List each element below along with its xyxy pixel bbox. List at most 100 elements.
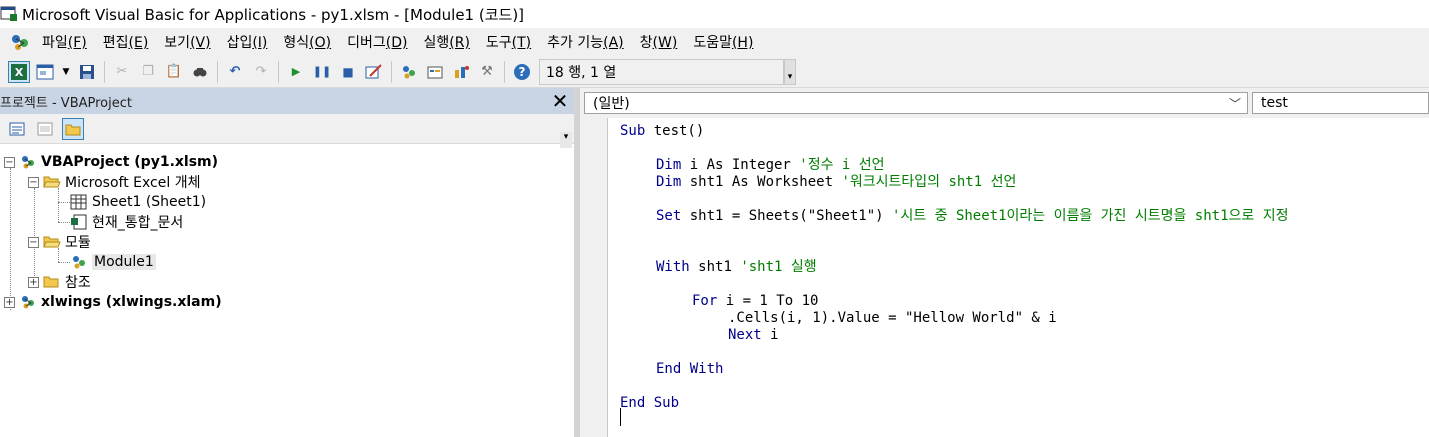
toolbar-separator <box>278 60 279 83</box>
reset-icon[interactable]: ■ <box>337 61 359 83</box>
project-explorer-toolbar <box>0 114 574 144</box>
copy-icon[interactable]: ❐ <box>137 61 159 83</box>
insert-userform-icon[interactable] <box>34 61 56 83</box>
tree-node-xlwings[interactable]: + xlwings (xlwings.xlam) <box>4 292 222 312</box>
view-object-icon[interactable] <box>34 118 56 140</box>
tree-node-thisworkbook[interactable]: 현재_통합_문서 <box>70 212 183 232</box>
code-line: Sub test() <box>620 123 705 139</box>
code-editor[interactable]: Sub test() Dim i As Integer '정수 i 선언 Dim… <box>580 118 1429 437</box>
run-icon[interactable]: ▶ <box>285 61 307 83</box>
folder-icon <box>43 276 59 288</box>
undo-icon[interactable]: ↶ <box>224 61 246 83</box>
tree-connector <box>58 188 59 222</box>
project-explorer-header: 프로젝트 - VBAProject ✕ <box>0 88 574 114</box>
toggle-folders-icon[interactable] <box>62 117 84 140</box>
vba-project-icon <box>22 296 34 309</box>
project-explorer-panel: 프로젝트 - VBAProject ✕ ▾ − VBAProject (py1. <box>0 88 574 437</box>
code-line: End Sub <box>620 395 680 411</box>
menu-debug[interactable]: 디버그(D) <box>339 32 415 52</box>
tree-node-sheet1[interactable]: Sheet1 (Sheet1) <box>70 192 206 212</box>
toolbar-options-icon[interactable]: ▾ <box>784 58 796 85</box>
menu-help[interactable]: 도움말(H) <box>685 32 761 52</box>
paste-icon[interactable]: 📋 <box>163 61 185 83</box>
menu-file[interactable]: 파일(F) <box>34 32 95 52</box>
help-icon[interactable]: ? <box>511 61 533 83</box>
tree-node-label: Module1 <box>92 254 156 270</box>
toolbar-separator <box>104 60 105 83</box>
tree-node-modules[interactable]: − 모듈 <box>28 232 91 252</box>
break-icon[interactable]: ❚❚ <box>311 61 333 83</box>
expand-icon[interactable]: + <box>28 276 39 288</box>
text-caret <box>620 408 621 426</box>
menu-format[interactable]: 형식(O) <box>275 32 339 52</box>
collapse-icon[interactable]: − <box>28 236 39 248</box>
tree-node-label: 참조 <box>65 275 91 291</box>
menu-view[interactable]: 보기(V) <box>156 32 218 52</box>
code-window-header: (일반) ﹀ test <box>580 88 1429 118</box>
vba-project-icon <box>22 156 34 169</box>
dropdown-icon[interactable]: ▼ <box>60 61 72 83</box>
tree-node-label: 모듈 <box>65 235 91 251</box>
menu-run[interactable]: 실행(R) <box>415 32 477 52</box>
toolbox-icon[interactable]: ⚒ <box>476 61 498 83</box>
cut-icon[interactable]: ✂ <box>111 61 133 83</box>
collapse-icon[interactable]: − <box>28 176 39 188</box>
object-combo-value: (일반) <box>593 96 630 112</box>
open-folder-icon <box>43 176 61 188</box>
worksheet-icon <box>70 194 87 210</box>
menu-tools[interactable]: 도구(T) <box>478 32 539 52</box>
standard-toolbar: X ▼ ✂ ❐ 📋 ↶ ↷ ▶ ❚❚ ■ ⚒ ? 18 행, 1 열 ▾ <box>0 56 1429 88</box>
tree-node-label: VBAProject (py1.xlsm) <box>41 154 219 170</box>
tree-node-label: Microsoft Excel 개체 <box>65 175 201 191</box>
svg-text:X: X <box>15 66 24 79</box>
workbook-icon <box>71 214 87 230</box>
tree-node-excel-objects[interactable]: − Microsoft Excel 개체 <box>28 172 200 192</box>
module-icon <box>73 256 85 269</box>
vba-project-icon[interactable] <box>8 31 34 53</box>
cursor-position-display: 18 행, 1 열 <box>539 58 784 85</box>
save-icon[interactable] <box>76 61 98 83</box>
tree-connector <box>10 168 11 310</box>
find-icon[interactable] <box>189 61 211 83</box>
tree-node-vbaproject[interactable]: − VBAProject (py1.xlsm) <box>4 152 218 172</box>
tree-connector <box>58 262 70 263</box>
tree-node-references[interactable]: + 참조 <box>28 272 91 292</box>
window-title: Microsoft Visual Basic for Applications … <box>22 5 525 24</box>
project-explorer-icon[interactable] <box>398 61 420 83</box>
object-combo[interactable]: (일반) ﹀ <box>584 92 1248 114</box>
code-line: Dim sht1 As Worksheet '워크시트타입의 sht1 선언 <box>656 174 1017 190</box>
view-code-icon[interactable] <box>6 118 28 140</box>
code-margin[interactable] <box>580 118 608 437</box>
project-tree: − VBAProject (py1.xlsm) − Microsoft Exce… <box>0 152 574 432</box>
menu-edit[interactable]: 편집(E) <box>95 32 157 52</box>
view-excel-icon[interactable]: X <box>8 60 30 83</box>
object-browser-icon[interactable] <box>450 61 472 83</box>
redo-icon[interactable]: ↷ <box>250 61 272 83</box>
tree-node-label: Sheet1 (Sheet1) <box>92 194 207 210</box>
code-line: With sht1 'sht1 실행 <box>656 259 817 275</box>
toolbar-separator <box>504 60 505 83</box>
toolbar-separator <box>391 60 392 83</box>
chevron-down-icon: ﹀ <box>1228 97 1241 111</box>
procedure-combo[interactable]: test <box>1252 92 1429 114</box>
menu-window[interactable]: 창(W) <box>632 32 686 52</box>
toolbar-separator <box>217 60 218 83</box>
design-mode-icon[interactable] <box>363 61 385 83</box>
tree-connector <box>58 202 70 203</box>
scroll-down-icon[interactable]: ▾ <box>560 132 572 148</box>
code-line: For i = 1 To 10 <box>692 293 819 309</box>
menu-insert[interactable]: 삽입(I) <box>219 32 276 52</box>
properties-icon[interactable] <box>424 61 446 83</box>
close-icon[interactable]: ✕ <box>550 91 570 111</box>
code-line: .Cells(i, 1).Value = "Hellow World" & i <box>728 310 1057 326</box>
tree-connector <box>58 222 70 223</box>
procedure-combo-value: test <box>1261 95 1288 111</box>
expand-icon[interactable]: + <box>4 296 15 308</box>
menu-addins[interactable]: 추가 기능(A) <box>539 32 632 52</box>
project-explorer-title: 프로젝트 - VBAProject <box>0 95 132 111</box>
open-folder-icon <box>43 236 61 248</box>
tree-node-module1[interactable]: Module1 <box>70 252 156 272</box>
collapse-icon[interactable]: − <box>4 156 15 168</box>
code-line: Set sht1 = Sheets("Sheet1") '시트 중 Sheet1… <box>656 208 1289 224</box>
title-bar: Microsoft Visual Basic for Applications … <box>0 0 1429 28</box>
